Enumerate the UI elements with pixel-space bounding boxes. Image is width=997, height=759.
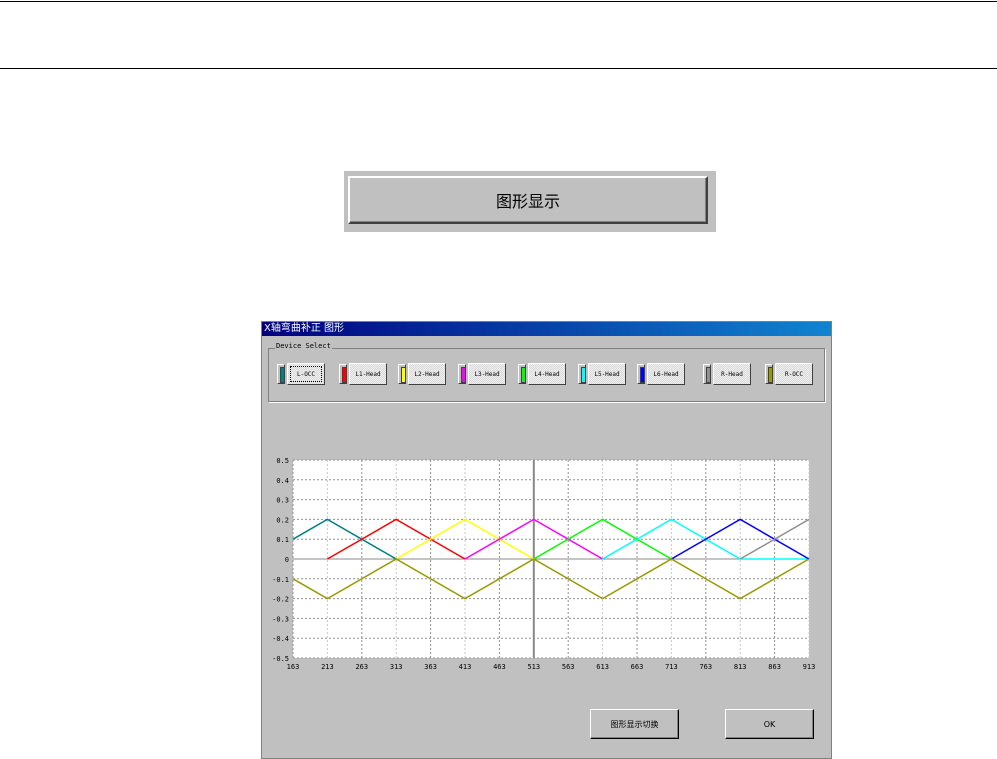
y-tick-label: 0.3 [276, 497, 289, 505]
main-button-frame: 图形显示 [344, 171, 716, 232]
device-button[interactable]: R-OCC [775, 363, 813, 385]
y-tick-label: -0.3 [272, 615, 289, 623]
device-button[interactable]: L2-Head [408, 363, 446, 385]
device-color-swatch [637, 364, 645, 384]
device-color-swatch [765, 364, 773, 384]
y-tick-label: -0.4 [272, 635, 289, 643]
device-button[interactable]: L1-Head [349, 363, 387, 385]
y-tick-label: -0.2 [272, 596, 289, 604]
x-tick-label: 413 [459, 663, 472, 671]
y-tick-label: 0 [285, 556, 289, 564]
y-tick-label: 0.4 [276, 477, 289, 485]
dialog-title: X轴弯曲补正 图形 [264, 323, 345, 334]
y-tick-label: 0.2 [276, 516, 289, 524]
x-tick-label: 863 [768, 663, 781, 671]
x-tick-label: 813 [734, 663, 747, 671]
x-tick-label: 513 [527, 663, 540, 671]
graph-display-button[interactable]: 图形显示 [348, 176, 708, 224]
device-button[interactable]: L6-Head [647, 363, 685, 385]
y-tick-label: -0.1 [272, 576, 289, 584]
toggle-display-button[interactable]: 图形显示切换 [590, 709, 679, 739]
x-tick-label: 313 [390, 663, 403, 671]
x-tick-label: 913 [803, 663, 816, 671]
device-color-swatch [458, 364, 466, 384]
device-button[interactable]: R-Head [713, 363, 751, 385]
device-select-label: Device Select [275, 342, 332, 350]
x-tick-label: 463 [493, 663, 506, 671]
graph-dialog: X轴弯曲补正 图形 Device Select L-OCC L1-Head L2-H… [261, 321, 832, 759]
device-button[interactable]: L5-Head [588, 363, 626, 385]
dialog-title-bar: X轴弯曲补正 图形 [262, 322, 831, 336]
device-color-swatch [703, 364, 711, 384]
x-tick-label: 363 [424, 663, 437, 671]
x-tick-label: 163 [287, 663, 300, 671]
top-divider [0, 1, 997, 2]
header-divider [0, 68, 997, 69]
x-tick-label: 213 [321, 663, 334, 671]
ok-button[interactable]: OK [725, 709, 814, 739]
x-tick-label: 613 [596, 663, 609, 671]
x-tick-label: 563 [562, 663, 575, 671]
line-chart: 163 213 263 313 363 413 463 513 563 613 663 713 763 8… [272, 457, 816, 671]
device-color-swatch [578, 364, 586, 384]
device-color-swatch [518, 364, 526, 384]
y-tick-label: 0.1 [276, 536, 289, 544]
device-button[interactable]: L4-Head [528, 363, 566, 385]
device-button[interactable]: L-OCC [287, 363, 325, 385]
device-color-swatch [398, 364, 406, 384]
device-color-swatch [339, 364, 347, 384]
device-color-swatch [277, 364, 285, 384]
y-tick-label: -0.5 [272, 655, 289, 663]
x-tick-label: 663 [631, 663, 644, 671]
x-tick-label: 263 [355, 663, 368, 671]
device-select-group: Device Select L-OCC L1-Head L2-Head L3-Head… [268, 342, 825, 402]
x-tick-label: 763 [699, 663, 712, 671]
y-tick-label: 0.5 [276, 457, 289, 465]
x-tick-label: 713 [665, 663, 678, 671]
device-button[interactable]: L3-Head [468, 363, 506, 385]
